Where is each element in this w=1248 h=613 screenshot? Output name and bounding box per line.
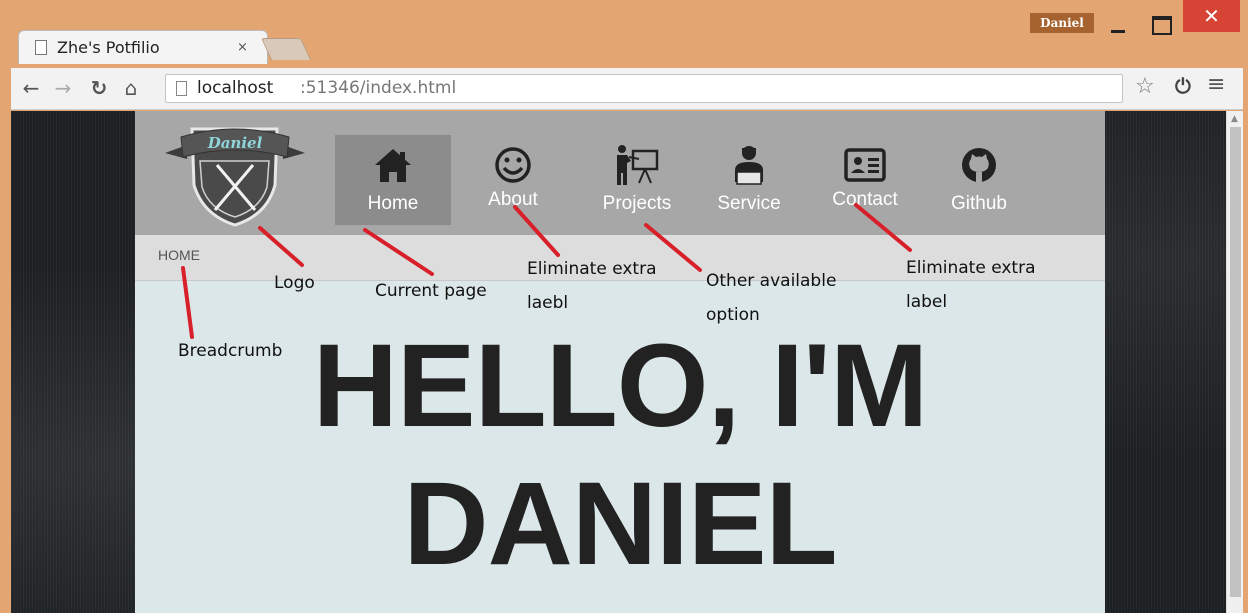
person-icon [691,143,807,187]
forward-icon[interactable]: → [51,76,75,100]
nav-projects[interactable]: Projects [579,135,695,225]
scrollbar[interactable]: ▲ [1226,111,1243,613]
nav-label: Service [717,193,781,214]
smiley-icon [455,143,571,187]
window-frame-right [1243,30,1248,613]
site-logo[interactable]: Daniel [157,115,313,235]
url-host: localhost [197,78,274,98]
breadcrumb[interactable]: HOME [158,247,200,263]
house-icon [335,143,451,187]
power-icon[interactable]: ⏻ [1175,74,1191,98]
annotation-other-option-a: Other available [706,271,837,291]
nav-label: Github [951,193,1007,214]
tab-title: Zhe's Potfilio [57,38,160,57]
annotation-eliminate-1a: Eliminate extra [527,259,657,279]
tab-close-icon[interactable]: × [237,40,248,55]
annotation-other-option-b: option [706,305,760,325]
nav-service[interactable]: Service [691,135,807,225]
site-header: Daniel Home About Projects Service Conta… [135,111,1105,235]
annotation-eliminate-1b: laebl [527,293,569,313]
reload-icon[interactable]: ↻ [87,76,111,100]
annotation-current-page: Current page [375,281,487,301]
nav-label: About [488,189,538,210]
nav-label: Projects [602,193,672,214]
annotation-eliminate-2a: Eliminate extra [906,258,1036,278]
browser-tab[interactable]: Zhe's Potfilio × [18,30,268,64]
menu-icon[interactable]: ≡ [1207,72,1225,97]
annotation-eliminate-2b: label [906,292,948,312]
presenter-icon [579,143,695,187]
nav-about[interactable]: About [455,135,571,225]
nav-github[interactable]: Github [921,135,1037,225]
scroll-up-icon[interactable]: ▲ [1231,114,1238,124]
annotation-breadcrumb: Breadcrumb [178,341,283,361]
nav-label: Contact [832,189,898,210]
id-card-icon [807,143,923,187]
browser-toolbar: ← → ↻ ⌂ localhost :51346/index.html ☆ ⏻ … [11,68,1243,110]
logo-text: Daniel [207,134,263,152]
profile-button[interactable]: Daniel [1030,13,1094,33]
new-tab-button[interactable] [260,38,312,60]
window-frame-left [0,30,11,613]
close-window-button[interactable]: ✕ [1183,0,1240,32]
minimize-button[interactable] [1100,8,1134,36]
back-icon[interactable]: ← [19,76,43,100]
annotation-logo: Logo [274,273,315,293]
github-icon [921,143,1037,187]
nav-label: Home [367,193,419,214]
scrollbar-thumb[interactable] [1230,127,1241,597]
address-bar[interactable]: localhost :51346/index.html [165,74,1123,103]
maximize-button[interactable] [1142,8,1176,36]
page-icon [176,81,187,96]
star-icon[interactable]: ☆ [1135,74,1155,99]
logo-badge: Daniel [165,127,305,227]
nav-home[interactable]: Home [335,135,451,225]
page-icon [35,40,47,55]
home-icon[interactable]: ⌂ [119,76,143,100]
title-bar: Zhe's Potfilio × Daniel ✕ [0,0,1248,68]
url-path: :51346/index.html [300,78,457,98]
nav-contact[interactable]: Contact [807,135,923,225]
hero-line-2: DANIEL [403,458,837,590]
